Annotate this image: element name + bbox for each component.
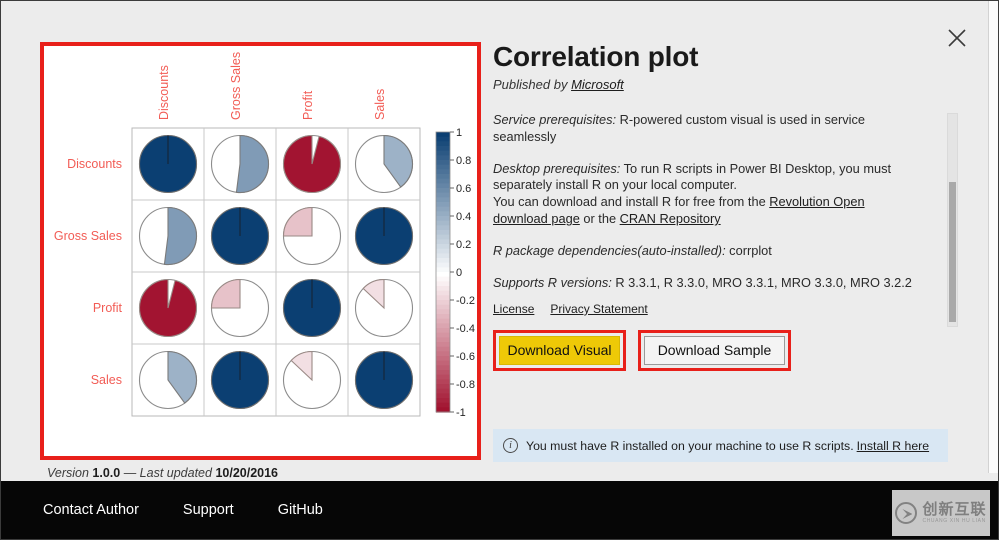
page-title: Correlation plot xyxy=(493,41,699,72)
cran-repository-link[interactable]: CRAN Repository xyxy=(620,211,721,226)
publisher-line: Published by Microsoft xyxy=(493,77,948,92)
desktop-prerequisites-paragraph: Desktop prerequisites: To run R scripts … xyxy=(493,161,913,229)
svg-text:Profit: Profit xyxy=(93,301,123,315)
svg-text:Gross Sales: Gross Sales xyxy=(229,52,243,120)
footer-link-contact-author[interactable]: Contact Author xyxy=(43,502,139,518)
download-visual-button[interactable]: Download Visual xyxy=(499,335,620,365)
or-the-text: or the xyxy=(579,211,620,227)
r-versions-text: R 3.3.1, R 3.3.0, MRO 3.3.1, MRO 3.3.0, … xyxy=(611,275,912,291)
panel-edge xyxy=(988,1,998,473)
svg-text:Gross Sales: Gross Sales xyxy=(54,229,122,243)
info-text: You must have R installed on your machin… xyxy=(526,439,929,453)
svg-text:0.2: 0.2 xyxy=(456,239,471,251)
watermark: 创新互联 CHUANG XIN HU LIAN xyxy=(892,490,990,536)
published-by-label: Published by xyxy=(493,76,572,92)
svg-text:0.6: 0.6 xyxy=(456,183,471,195)
svg-text:-0.8: -0.8 xyxy=(456,379,475,391)
svg-text:Profit: Profit xyxy=(301,90,315,120)
visual-detail-dialog: Discounts Gross Sales Profit Sales Discount… xyxy=(0,0,999,540)
version-number: 1.0.0 xyxy=(92,466,121,480)
version-dash: — xyxy=(120,466,140,480)
svg-text:Discounts: Discounts xyxy=(157,65,171,120)
svg-text:-0.6: -0.6 xyxy=(456,351,475,363)
download-sample-button[interactable]: Download Sample xyxy=(644,335,785,365)
footer-link-support[interactable]: Support xyxy=(183,502,234,518)
watermark-logo-icon xyxy=(895,502,918,524)
privacy-statement-link[interactable]: Privacy Statement xyxy=(550,302,647,316)
r-versions-label: Supports R versions: xyxy=(493,275,612,291)
download-visual-highlight: Download Visual xyxy=(493,329,626,371)
desktop-prerequisites-label: Desktop prerequisites: xyxy=(493,160,621,176)
watermark-cn: 创新互联 xyxy=(922,500,987,518)
dependencies-text: corrplot xyxy=(725,243,772,259)
info-icon: i xyxy=(503,438,518,453)
svg-text:Sales: Sales xyxy=(91,373,122,387)
svg-text:1: 1 xyxy=(456,127,462,139)
dependencies-paragraph: R package dependencies(auto-installed): … xyxy=(493,243,913,260)
r-required-infobar: i You must have R installed on your mach… xyxy=(493,429,948,462)
download-sample-highlight: Download Sample xyxy=(638,329,791,371)
svg-text:0: 0 xyxy=(456,267,462,279)
svg-text:0.8: 0.8 xyxy=(456,155,471,167)
svg-text:-0.2: -0.2 xyxy=(456,295,475,307)
dependencies-label: R package dependencies(auto-installed): xyxy=(493,243,726,259)
visual-preview-highlight: Discounts Gross Sales Profit Sales Discount… xyxy=(40,42,481,460)
version-line: Version 1.0.0 — Last updated 10/20/2016 xyxy=(47,466,278,480)
r-versions-paragraph: Supports R versions: R 3.3.1, R 3.3.0, M… xyxy=(493,275,913,292)
publisher-link[interactable]: Microsoft xyxy=(571,77,624,92)
footer-bar: Contact Author Support GitHub xyxy=(1,481,998,539)
download-r-text: You can download and install R for free … xyxy=(493,194,770,210)
svg-text:-1: -1 xyxy=(456,407,466,419)
legal-links: License Privacy Statement xyxy=(493,302,948,316)
svg-text:0.4: 0.4 xyxy=(456,211,471,223)
footer-link-github[interactable]: GitHub xyxy=(278,502,323,518)
info-message: You must have R installed on your machin… xyxy=(526,438,854,453)
version-updated-date: 10/20/2016 xyxy=(215,466,278,480)
install-r-link[interactable]: Install R here xyxy=(857,439,929,453)
license-link[interactable]: License xyxy=(493,302,534,316)
service-prerequisites-paragraph: Service prerequisites: R-powered custom … xyxy=(493,112,913,146)
correlation-plot: Discounts Gross Sales Profit Sales Discount… xyxy=(44,46,477,456)
button-row: Download Visual Download Sample xyxy=(493,329,948,376)
version-prefix: Version xyxy=(47,466,93,480)
watermark-text: 创新互联 CHUANG XIN HU LIAN xyxy=(922,502,986,524)
service-prerequisites-label: Service prerequisites: xyxy=(493,111,617,127)
scrollbar-thumb[interactable] xyxy=(949,182,956,322)
version-updated-label: Last updated xyxy=(139,466,216,480)
detail-panel: Correlation plot Published by Microsoft … xyxy=(493,31,948,462)
scrollbar-track[interactable] xyxy=(947,113,958,327)
svg-text:-0.4: -0.4 xyxy=(456,323,475,335)
watermark-pinyin: CHUANG XIN HU LIAN xyxy=(922,518,986,524)
svg-text:Sales: Sales xyxy=(373,89,387,120)
svg-text:Discounts: Discounts xyxy=(67,157,122,171)
